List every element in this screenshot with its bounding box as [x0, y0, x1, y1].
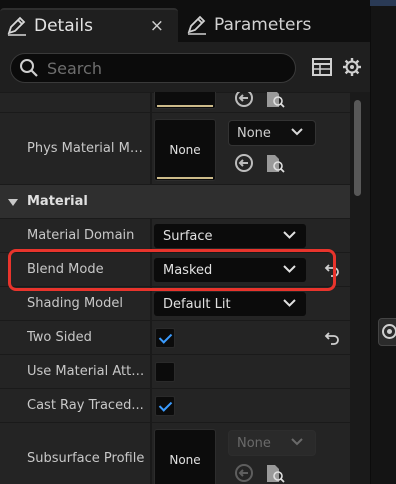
property-label: Blend Mode — [27, 262, 104, 277]
asset-picker-dropdown[interactable]: None — [228, 430, 316, 456]
reset-to-default-icon[interactable] — [324, 331, 340, 345]
blend-mode-dropdown[interactable]: Masked — [154, 258, 306, 282]
chevron-down-icon — [283, 231, 296, 239]
property-label: Shading Model — [27, 296, 123, 311]
node-gear-icon — [382, 324, 396, 339]
property-row-cast-ray-traced-shadows: Cast Ray Traced... — [0, 388, 350, 422]
tab-details-label: Details — [34, 16, 93, 36]
asset-picker-dropdown[interactable]: None — [228, 120, 316, 146]
property-row-use-material-attributes: Use Material Attri... — [0, 354, 350, 388]
details-panel: Details × Parameters Search Phys Materia… — [0, 0, 370, 484]
property-label: Subsurface Profile — [27, 451, 145, 466]
cast-ray-traced-shadows-checkbox[interactable] — [155, 396, 175, 416]
search-icon — [20, 59, 38, 77]
asset-thumbnail-clipped[interactable] — [154, 92, 216, 109]
asset-buttons-clipped[interactable] — [233, 92, 293, 109]
property-row-material-domain: Material Domain Surface — [0, 218, 350, 252]
chevron-down-icon — [291, 438, 303, 446]
pencil-icon — [187, 15, 206, 35]
tab-details[interactable]: Details × — [0, 8, 178, 42]
dropdown-value: Masked — [163, 262, 213, 278]
search-input[interactable] — [47, 58, 277, 78]
property-label: Phys Material Ma... — [27, 141, 145, 156]
two-sided-checkbox[interactable] — [155, 328, 175, 348]
property-row-shading-model: Shading Model Default Lit — [0, 286, 350, 320]
graph-node-peek[interactable] — [378, 318, 396, 346]
browse-asset-icon[interactable] — [267, 465, 285, 483]
chevron-down-icon — [291, 128, 303, 136]
pencil-icon — [7, 16, 26, 36]
dropdown-value: Surface — [163, 228, 213, 244]
property-list: Phys Material Ma... None None Material M… — [0, 92, 350, 484]
reset-to-default-icon[interactable] — [324, 263, 340, 277]
asset-picker-value: None — [237, 435, 271, 451]
use-selected-icon[interactable] — [235, 464, 253, 482]
property-label: Two Sided — [27, 330, 92, 345]
expand-triangle-icon[interactable] — [8, 199, 18, 206]
chevron-down-icon — [283, 265, 296, 273]
property-row-subsurface-profile: Subsurface Profile None None — [0, 422, 350, 484]
use-selected-icon[interactable] — [235, 154, 253, 172]
material-domain-dropdown[interactable]: Surface — [154, 224, 306, 248]
gear-icon[interactable] — [342, 57, 362, 77]
asset-thumbnail[interactable]: None — [154, 119, 216, 181]
thumbnail-underline — [157, 177, 213, 179]
category-label: Material — [27, 194, 88, 209]
graph-canvas-edge — [370, 0, 396, 484]
property-label: Cast Ray Traced... — [27, 398, 144, 413]
table-view-icon[interactable] — [312, 58, 332, 76]
property-label: Material Domain — [27, 228, 135, 243]
shading-model-dropdown[interactable]: Default Lit — [154, 292, 306, 316]
use-material-attributes-checkbox[interactable] — [155, 362, 175, 382]
asset-thumbnail[interactable]: None — [154, 429, 216, 484]
property-label: Use Material Attri... — [27, 364, 145, 379]
vertical-scrollbar[interactable] — [350, 92, 370, 484]
tab-parameters-label: Parameters — [214, 15, 312, 35]
property-row-blend-mode: Blend Mode Masked — [0, 252, 350, 286]
tab-bar: Details × Parameters — [0, 0, 370, 42]
thumbnail-text: None — [169, 453, 201, 467]
asset-action-buttons[interactable] — [233, 462, 293, 484]
dropdown-value: Default Lit — [163, 296, 231, 312]
close-icon[interactable]: × — [150, 16, 164, 36]
property-row-clipped — [0, 92, 350, 112]
category-material[interactable]: Material — [0, 184, 350, 218]
chevron-down-icon — [283, 299, 296, 307]
asset-picker-value: None — [237, 125, 271, 141]
browse-asset-icon[interactable] — [267, 155, 285, 173]
scrollbar-thumb[interactable] — [354, 100, 361, 196]
canvas-top-edge — [370, 0, 396, 6]
property-row-phys-material: Phys Material Ma... None None — [0, 112, 350, 184]
tab-parameters[interactable]: Parameters — [180, 8, 370, 42]
property-row-two-sided: Two Sided — [0, 320, 350, 354]
thumbnail-text: None — [169, 143, 201, 157]
asset-action-buttons[interactable] — [233, 152, 293, 174]
search-box[interactable] — [10, 53, 296, 83]
